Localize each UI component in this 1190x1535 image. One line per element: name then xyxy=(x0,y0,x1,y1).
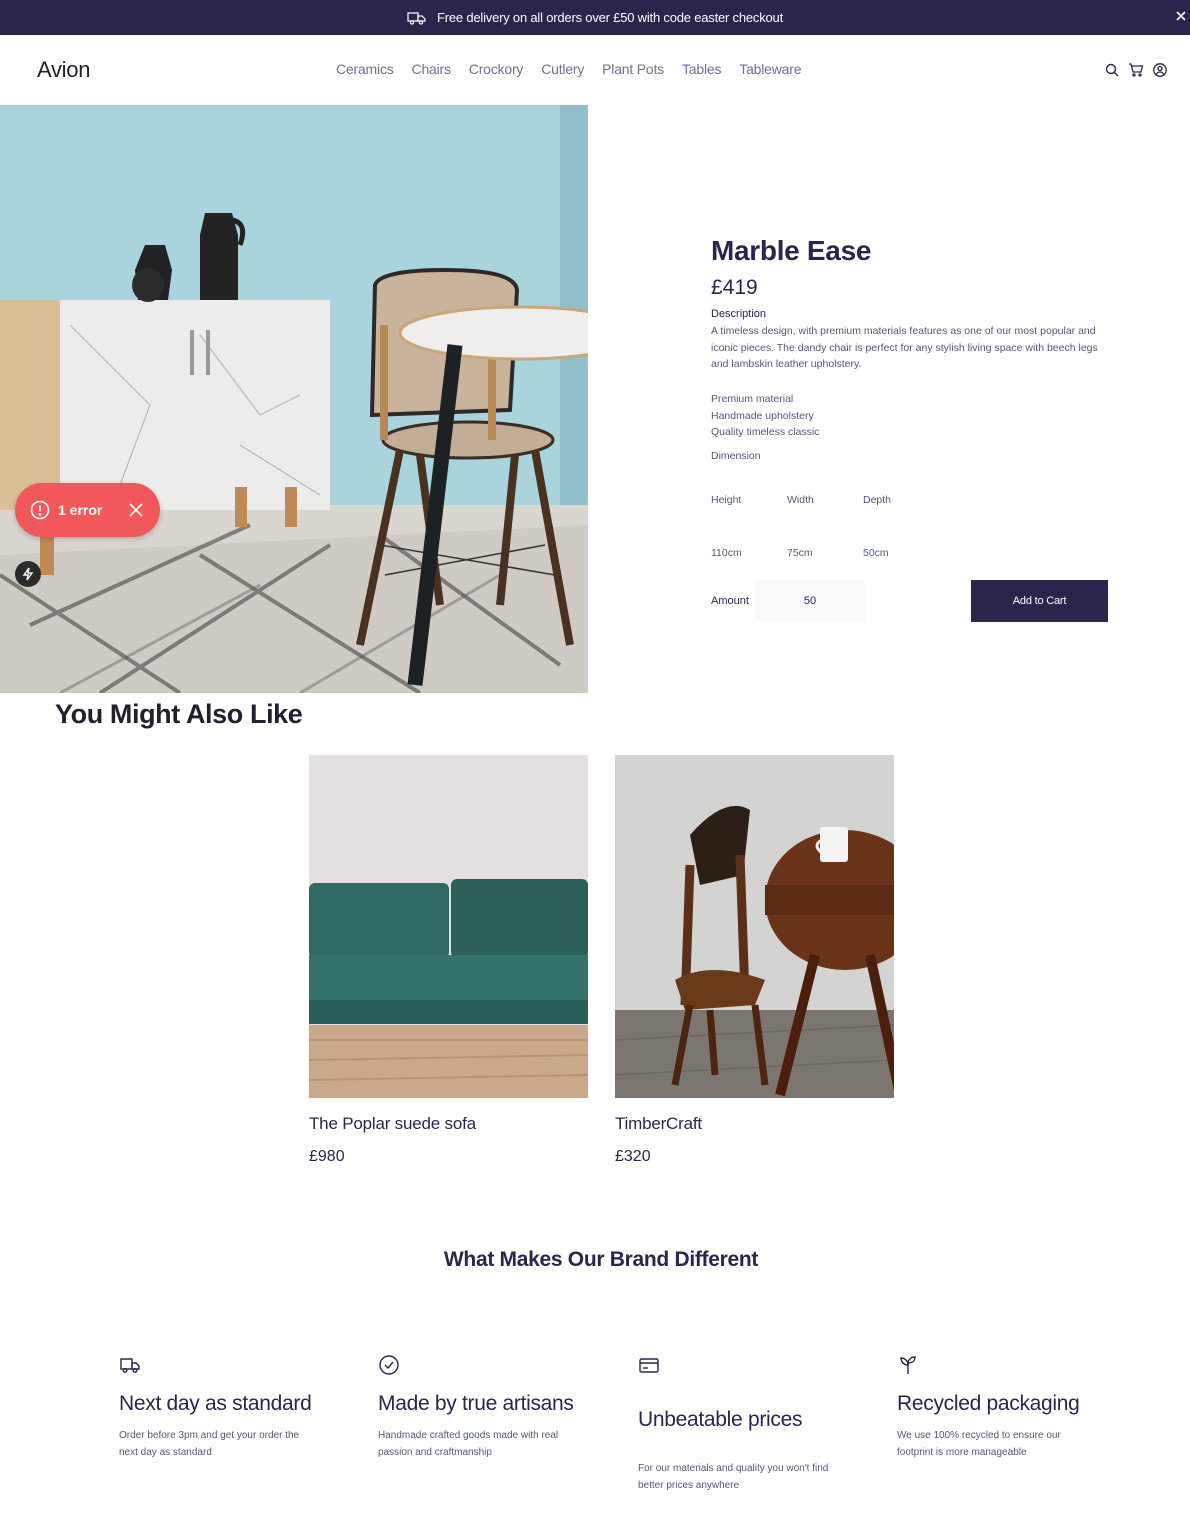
alert-circle-icon xyxy=(30,500,50,520)
feature-title: Unbeatable prices xyxy=(638,1408,803,1431)
related-heading: You Might Also Like xyxy=(55,699,303,729)
close-icon[interactable] xyxy=(1174,9,1188,23)
error-label: 1 error xyxy=(58,502,103,518)
credit-card-icon xyxy=(638,1354,660,1376)
feature-title: Made by true artisans xyxy=(378,1392,574,1415)
logo[interactable]: Avion xyxy=(37,57,90,83)
dimension-value-width: 75cm xyxy=(787,547,813,559)
feature-item: Handmade upholstery xyxy=(711,409,814,422)
dimension-header-height: Height xyxy=(711,494,742,506)
sprout-icon xyxy=(897,1354,919,1376)
product-card-price: £320 xyxy=(615,1148,651,1165)
brand-heading: What Makes Our Brand Different xyxy=(443,1248,759,1271)
feature-text: Handmade crafted goods made with real pa… xyxy=(378,1430,559,1458)
close-icon[interactable] xyxy=(129,503,143,517)
main-nav: Ceramics Chairs Crockory Cutlery Plant P… xyxy=(336,61,801,77)
product-card[interactable]: The Poplar suede sofa £980 xyxy=(309,755,588,1166)
search-icon[interactable] xyxy=(1104,62,1120,78)
dimension-value-depth: 50cm xyxy=(863,547,889,559)
nav-link-plant-pots[interactable]: Plant Pots xyxy=(602,61,664,77)
product-image xyxy=(0,105,588,693)
feature-title: Next day as standard xyxy=(119,1392,312,1415)
error-badge[interactable]: 1 error xyxy=(15,483,160,537)
nav-link-tables[interactable]: Tables xyxy=(682,61,721,77)
dimension-heading: Dimension xyxy=(711,450,761,462)
product-card-name[interactable]: The Poplar suede sofa xyxy=(309,1114,588,1134)
brand-feature: Unbeatable prices For our materials and … xyxy=(638,1354,838,1494)
feature-item: Premium material xyxy=(711,393,794,405)
user-icon[interactable] xyxy=(1152,62,1168,78)
brand-feature: Next day as standard Order before 3pm an… xyxy=(119,1354,319,1461)
product-card[interactable]: TimberCraft £320 xyxy=(615,755,894,1166)
feature-text: We use 100% recycled to ensure our footp… xyxy=(897,1430,1061,1458)
feature-item: Quality timeless classic xyxy=(711,426,820,438)
product-title: Marble Ease xyxy=(711,235,872,266)
delivery-truck-icon xyxy=(119,1354,141,1376)
amount-label: Amount xyxy=(711,595,749,607)
product-price: £419 xyxy=(711,276,758,299)
header-icons xyxy=(1104,62,1168,78)
cart-icon[interactable] xyxy=(1128,62,1144,78)
product-card-image[interactable] xyxy=(615,755,894,1098)
dimension-header-width: Width xyxy=(787,494,814,506)
feature-text: For our materials and quality you won't … xyxy=(638,1463,829,1491)
delivery-truck-icon xyxy=(407,10,427,26)
dimension-headers: Height Width Depth xyxy=(711,494,939,506)
product-card-name[interactable]: TimberCraft xyxy=(615,1114,894,1134)
nav-link-cutlery[interactable]: Cutlery xyxy=(541,61,584,77)
dimension-values: 110cm 75cm 50cm xyxy=(711,547,939,559)
quantity-input[interactable]: 50 xyxy=(755,580,865,622)
nav-link-crockory[interactable]: Crockory xyxy=(469,61,524,77)
announcement-bar: Free delivery on all orders over £50 wit… xyxy=(0,0,1190,35)
dimension-header-depth: Depth xyxy=(863,494,892,506)
product-card-price: £980 xyxy=(309,1148,345,1165)
description-heading: Description xyxy=(711,308,767,320)
add-to-cart-button[interactable]: Add to Cart xyxy=(971,580,1108,622)
feature-text: Order before 3pm and get your order the … xyxy=(119,1430,300,1458)
feature-title: Recycled packaging xyxy=(897,1392,1080,1415)
product-description: A timeless design, with premium material… xyxy=(711,325,1098,370)
nav-link-chairs[interactable]: Chairs xyxy=(412,61,451,77)
feature-list: Premium material Handmade upholstery Qua… xyxy=(711,391,820,441)
dimension-value-height: 110cm xyxy=(711,547,742,559)
lightning-icon[interactable] xyxy=(15,561,41,587)
brand-feature: Made by true artisans Handmade crafted g… xyxy=(378,1354,578,1461)
nav-link-ceramics[interactable]: Ceramics xyxy=(336,61,394,77)
announcement-text: Free delivery on all orders over £50 wit… xyxy=(436,10,783,25)
nav-link-tableware[interactable]: Tableware xyxy=(739,61,801,77)
product-card-image[interactable] xyxy=(309,755,588,1098)
brand-feature: Recycled packaging We use 100% recycled … xyxy=(897,1354,1097,1461)
checkmark-circle-icon xyxy=(378,1354,400,1376)
